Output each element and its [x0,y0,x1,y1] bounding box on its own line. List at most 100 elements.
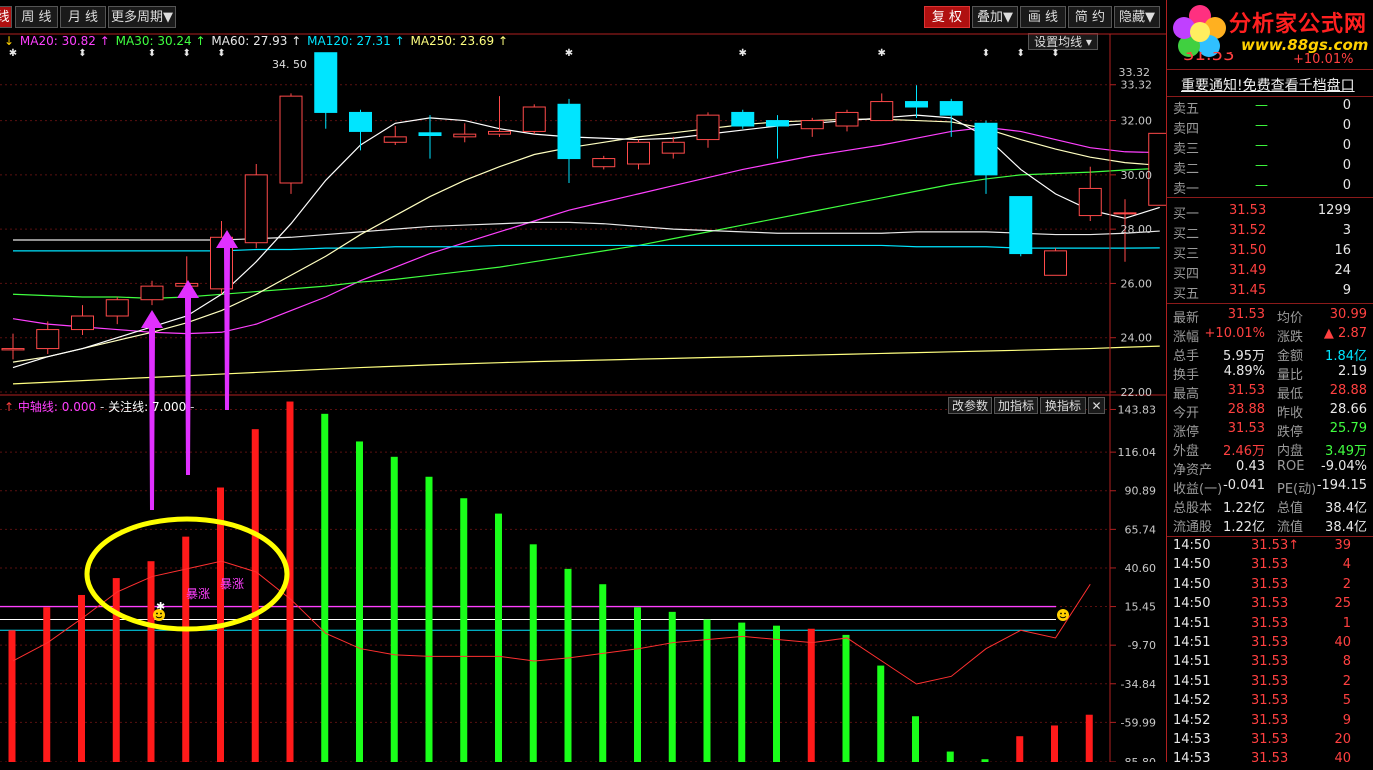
indicator-bar [356,441,363,762]
indicator-bar [1016,736,1024,762]
y-tick-label: 143.83 [1118,403,1157,416]
tick-time: 14:50 [1173,538,1211,553]
tick-time: 14:51 [1173,615,1211,631]
add-indicator-button[interactable]: 加指标 [994,397,1038,414]
up-arrow-icon [177,280,199,475]
candle-body [905,101,928,108]
ma-line [13,221,1160,241]
candle-body [244,174,268,244]
indicator-bar [703,619,711,762]
chart-canvas: 33.32 32.00 30.00 28.00 26.00 24.00 22.00 33.32… [0,33,1166,762]
candle-body [592,158,616,168]
indicator-bar [877,665,885,762]
candle-body [766,120,789,127]
event-marker: ⬍ [217,48,225,59]
event-marker: ⬍ [183,48,191,59]
ad-banner[interactable]: 分析家公式网 www.88gs.com 31.53 +10.01% [1167,0,1373,68]
ad-stock-price: 31.53 [1183,52,1235,65]
sell-volume: 0 [1342,98,1351,113]
signal-line [12,560,1091,685]
candle-body [627,141,650,165]
stat-label: 流通股 [1173,520,1213,535]
tick-volume: 1 [1342,615,1351,631]
stat-row: 外盘 2.46万 内盘 3.49万 [1173,440,1369,459]
y-tick-label: 90.89 [1125,485,1157,498]
sell-price: — [1255,138,1268,153]
buy-label: 买三 [1173,247,1200,262]
y-tick-label: 40.60 [1125,562,1157,575]
candle-body [870,101,894,122]
smiley-icon [1057,609,1069,621]
stat-label: 最新 [1173,311,1200,326]
candle-body [140,285,164,301]
candle-body [835,111,859,127]
tick-row: 14:52 31.53 9 [1173,713,1369,732]
indicator-bar [634,607,641,762]
edit-params-button[interactable]: 改参数 [948,397,992,414]
buy-row: 买五 31.45 9 [1173,283,1369,302]
stat-label: 最低 [1277,387,1304,402]
buy-volume: 3 [1342,223,1351,238]
quote-panel: 分析家公式网 www.88gs.com 31.53 +10.01% 重要通知!免… [1166,0,1373,766]
stat-value: 31.53 [1227,383,1265,398]
tick-price: 31.53 [1251,693,1289,709]
stat-value: 1.22亿 [1223,501,1265,516]
stat-label: 跌停 [1277,425,1304,440]
y-tick-label: 26.00 [1121,277,1153,290]
legend-dash: - [99,400,105,414]
stat-row: 总手 5.95万 金额 1.84亿 [1173,345,1369,364]
event-marker: ✱ [878,48,886,59]
stat-row: 净资产 0.43 ROE -9.04% [1173,459,1369,478]
burst-label: 暴涨 [186,586,210,601]
legend-up-arrow: ↑ [4,400,15,414]
sell-price: — [1255,178,1268,193]
buy-row: 买二 31.52 3 [1173,223,1369,242]
tick-time: 14:52 [1173,712,1211,728]
tick-volume: 8 [1342,654,1351,670]
ma-line [12,345,1160,385]
candle-body [939,101,963,116]
tick-time: 14:52 [1173,693,1211,709]
candle-body [557,103,581,160]
y-tick-label: 22.00 [1121,386,1153,399]
stat-row: 最高 31.53 最低 28.88 [1173,383,1369,402]
tick-volume: 40 [1334,751,1351,767]
stat-label: 换手 [1173,368,1200,383]
tick-volume: 2 [1342,576,1351,592]
sell-row: 卖二 — 0 [1173,158,1369,177]
candle-body [349,111,372,132]
event-marker: ⬍ [78,48,86,59]
buy-row: 买一 31.53 1299 [1173,203,1369,222]
stat-label: 昨收 [1277,406,1304,421]
ad-brand: 分析家公式网 [1229,11,1368,37]
sell-volume: 0 [1342,178,1351,193]
buy-label: 买五 [1173,287,1200,302]
stat-label: 今开 [1173,406,1200,421]
change-indicator-button[interactable]: 换指标 [1040,397,1086,414]
tick-volume: 25 [1334,596,1351,612]
candle-body [1113,212,1137,215]
tick-row: 14:50 31.53 2 [1173,577,1369,596]
tick-row: 14:50 31.53↑ 39 [1173,538,1369,557]
tick-row: 14:51 31.53 2 [1173,674,1369,693]
indicator-bar [738,622,746,762]
tick-price: 31.53 [1251,557,1289,573]
stat-row: 收益(一) -0.041 PE(动) -194.15 [1173,478,1369,497]
close-indicator-button[interactable]: ✕ [1088,397,1105,414]
stat-value: 28.66 [1329,402,1367,417]
candle-body [661,141,685,154]
y-tick-label: 15.45 [1125,601,1157,614]
y-tick-label: -9.70 [1128,639,1156,652]
buy-volume: 16 [1334,243,1351,258]
notice-link[interactable]: 重要通知!免费查看千档盘口 [1181,75,1355,95]
stat-label: PE(动) [1277,482,1317,497]
indicator-bar [390,456,398,762]
event-marker: ⬍ [982,48,990,59]
buy-label: 买一 [1173,207,1200,222]
tick-volume: 2 [1342,673,1351,689]
stat-value: 31.53 [1227,307,1265,322]
stat-label: 涨跌 [1277,330,1304,345]
stat-label: 总手 [1173,349,1200,364]
tick-time: 14:50 [1173,576,1211,592]
stat-value: 30.99 [1329,307,1367,322]
